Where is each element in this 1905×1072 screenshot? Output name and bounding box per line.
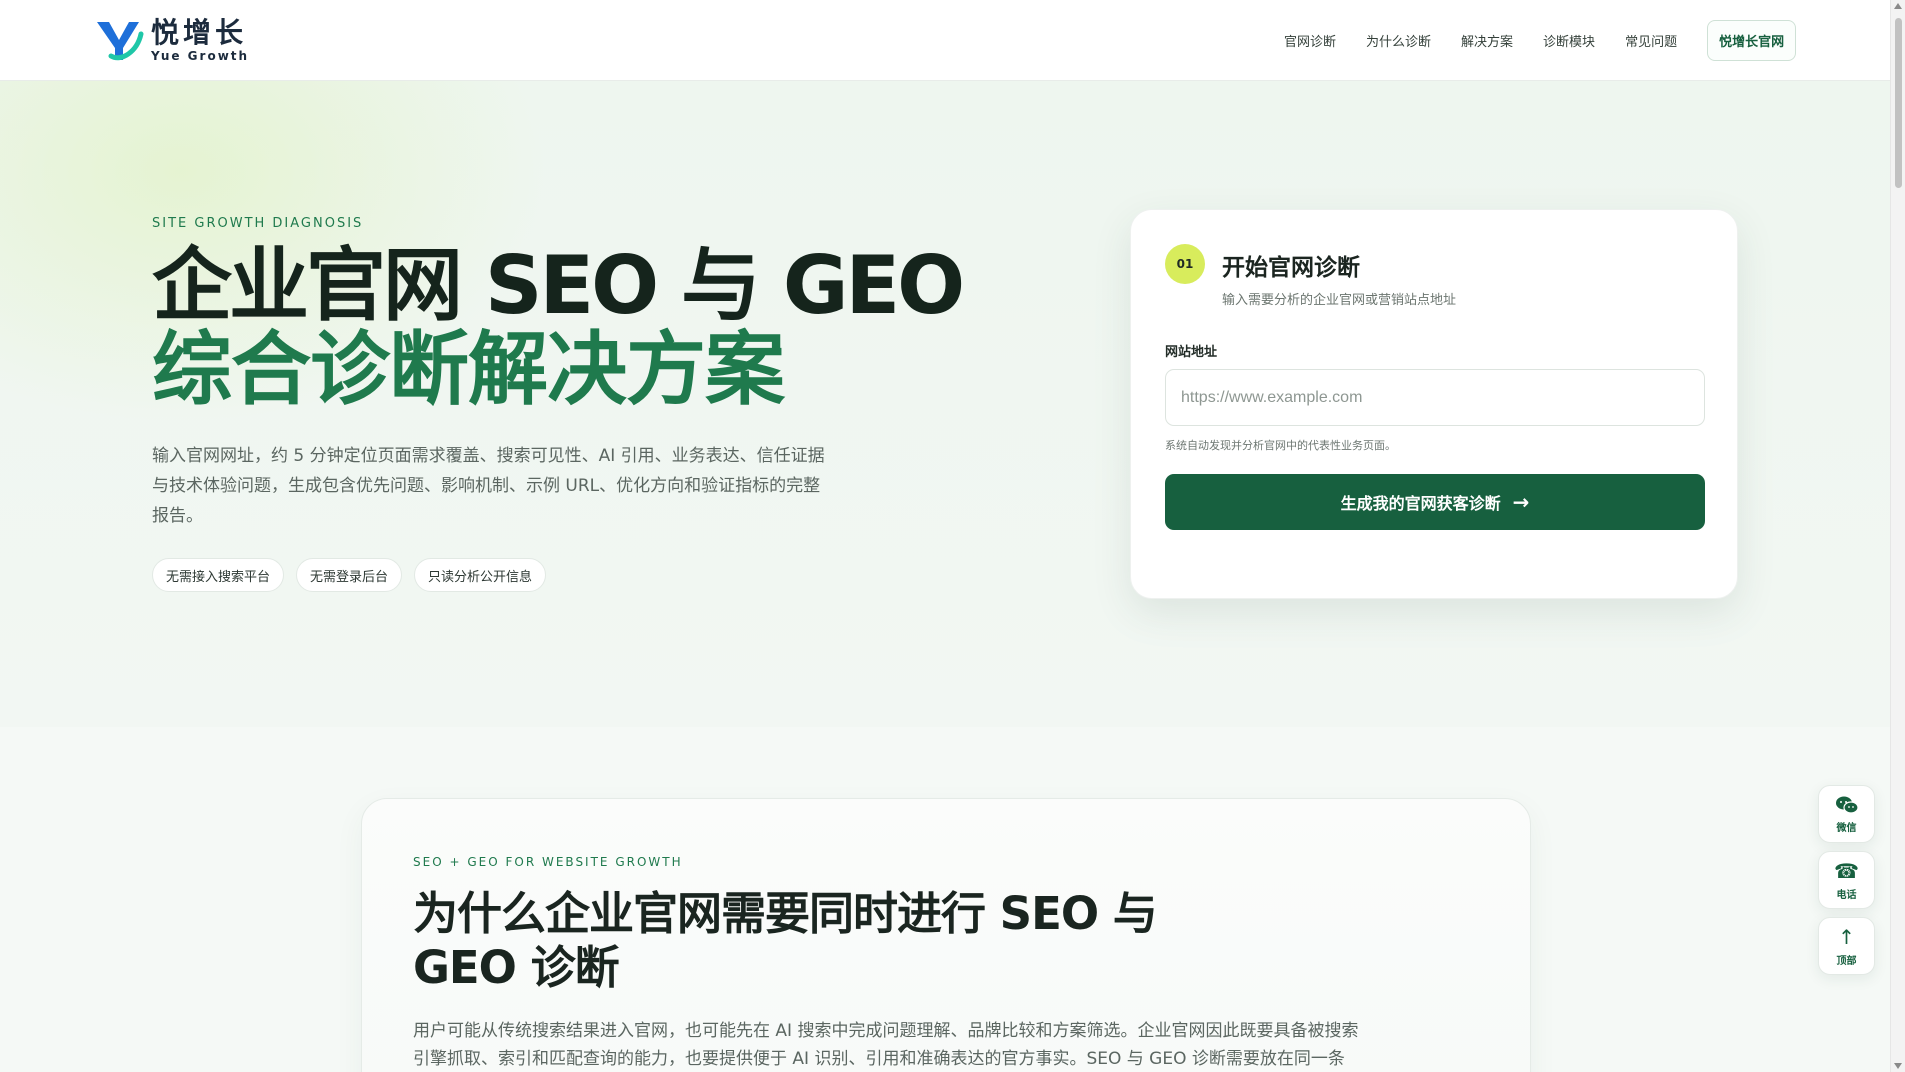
generate-diagnosis-label: 生成我的官网获客诊断 [1340, 494, 1501, 513]
logo-mark-icon [97, 22, 144, 61]
nav-item-why[interactable]: 为什么诊断 [1366, 31, 1431, 50]
logo-text: 悦增长 Yue Growth [151, 15, 250, 63]
page-scrollbar[interactable] [1890, 0, 1905, 1072]
logo-name-cn: 悦增长 [151, 15, 248, 49]
phone-button[interactable]: ☎ 电话 [1818, 851, 1875, 909]
nav-item-modules[interactable]: 诊断模块 [1543, 31, 1595, 50]
form-subtitle: 输入需要分析的企业官网或营销站点地址 [1222, 293, 1457, 308]
website-url-input[interactable] [1165, 369, 1705, 426]
diagnosis-form-card: 01 开始官网诊断 输入需要分析的企业官网或营销站点地址 网站地址 系统自动发现… [1130, 209, 1738, 599]
why-seo-geo-section: SEO + GEO FOR WEBSITE GROWTH 为什么企业官网需要同时… [361, 798, 1531, 1072]
hero-title-line2: 综合诊断解决方案 [152, 323, 785, 416]
top-label: 顶部 [1836, 955, 1857, 967]
form-title: 开始官网诊断 [1222, 255, 1360, 281]
scroll-down-icon[interactable] [1894, 1063, 1902, 1069]
arrow-right-icon: → [1512, 490, 1530, 514]
nav-item-solutions[interactable]: 解决方案 [1461, 31, 1513, 50]
section-title: 为什么企业官网需要同时进行 SEO 与 GEO 诊断 [413, 887, 1158, 994]
tag-no-search-platform: 无需接入搜索平台 [152, 558, 285, 592]
nav-item-faq[interactable]: 常见问题 [1625, 31, 1677, 50]
wechat-label: 微信 [1836, 822, 1857, 834]
section-eyebrow: SEO + GEO FOR WEBSITE GROWTH [413, 855, 683, 869]
phone-icon: ☎ [1834, 858, 1859, 883]
scrollbar-thumb[interactable] [1895, 18, 1902, 188]
wechat-button[interactable]: 微信 [1818, 785, 1875, 843]
hero-eyebrow: SITE GROWTH DIAGNOSIS [152, 216, 364, 231]
back-to-top-button[interactable]: ↑ 顶部 [1818, 917, 1875, 975]
scroll-up-icon[interactable] [1894, 3, 1902, 9]
hero-title-line1: 企业官网 SEO 与 GEO [152, 239, 965, 332]
brand-logo[interactable]: 悦增长 Yue Growth [93, 16, 249, 64]
site-header: 悦增长 Yue Growth 官网诊断 为什么诊断 解决方案 诊断模块 常见问题… [0, 0, 1890, 81]
generate-diagnosis-button[interactable]: 生成我的官网获客诊断 → [1165, 474, 1705, 530]
page: 悦增长 Yue Growth 官网诊断 为什么诊断 解决方案 诊断模块 常见问题… [0, 0, 1905, 1072]
phone-label: 电话 [1836, 889, 1857, 901]
url-field-label: 网站地址 [1165, 345, 1218, 360]
step-badge: 01 [1165, 244, 1205, 284]
tag-read-only: 只读分析公开信息 [414, 558, 547, 592]
hero-description: 输入官网网址，约 5 分钟定位页面需求覆盖、搜索可见性、AI 引用、业务表达、信… [152, 446, 825, 526]
tag-no-login: 无需登录后台 [296, 558, 403, 592]
official-site-button[interactable]: 悦增长官网 [1707, 20, 1797, 61]
section-description: 用户可能从传统搜索结果进入官网，也可能先在 AI 搜索中完成问题理解、品牌比较和… [413, 1021, 1359, 1069]
arrow-up-icon: ↑ [1838, 924, 1855, 949]
nav-item-diagnosis[interactable]: 官网诊断 [1284, 31, 1336, 50]
url-field-hint: 系统自动发现并分析官网中的代表性业务页面。 [1165, 439, 1396, 452]
hero-tags: 无需接入搜索平台 无需登录后台 只读分析公开信息 [152, 558, 547, 592]
main-nav: 官网诊断 为什么诊断 解决方案 诊断模块 常见问题 悦增长官网 [1284, 0, 1797, 81]
wechat-icon [1835, 796, 1859, 814]
logo-name-en: Yue Growth [151, 48, 250, 63]
